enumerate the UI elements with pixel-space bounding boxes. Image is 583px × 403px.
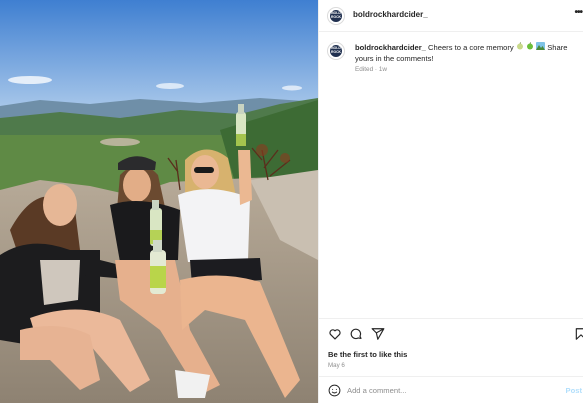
avatar-logo-text: BOLD ROCK: [331, 11, 341, 19]
post-comment-button[interactable]: Post: [566, 386, 582, 395]
more-horizontal-icon[interactable]: •••: [574, 7, 582, 18]
caption-text: Cheers to a core memory: [428, 42, 514, 52]
comment-bar: Post: [319, 376, 583, 403]
caption-username[interactable]: boldrockhardcider_: [355, 43, 426, 52]
apple-icon: [526, 42, 534, 54]
apple-icon: [516, 42, 524, 54]
time-ago[interactable]: 1w: [379, 66, 387, 73]
post-side-panel: BOLD ROCK boldrockhardcider_ ••• BOLD RO…: [318, 0, 583, 403]
header-username[interactable]: boldrockhardcider_: [353, 10, 428, 19]
mountain-photo-icon: [536, 42, 546, 54]
heart-icon[interactable]: [328, 327, 342, 341]
caption-text-block: boldrockhardcider_ Cheers to a core memo…: [355, 42, 577, 64]
edited-label: Edited: [355, 66, 374, 73]
post-header: BOLD ROCK boldrockhardcider_ •••: [319, 0, 583, 32]
post-date[interactable]: May 6: [328, 362, 345, 369]
bookmark-icon[interactable]: [574, 327, 583, 341]
post-photo[interactable]: [0, 0, 318, 403]
caption-avatar[interactable]: BOLD ROCK: [327, 42, 345, 60]
avatar-logo-text: BOLD ROCK: [331, 46, 341, 54]
hiking-group-photo: [0, 0, 318, 403]
smiley-icon[interactable]: [328, 384, 341, 397]
comment-icon[interactable]: [349, 327, 363, 341]
send-icon[interactable]: [371, 327, 385, 341]
avatar[interactable]: BOLD ROCK: [327, 7, 345, 25]
comment-input[interactable]: [347, 383, 547, 398]
caption-meta: Edited · 1w: [355, 66, 387, 73]
likes-text[interactable]: Be the first to like this: [328, 350, 407, 359]
